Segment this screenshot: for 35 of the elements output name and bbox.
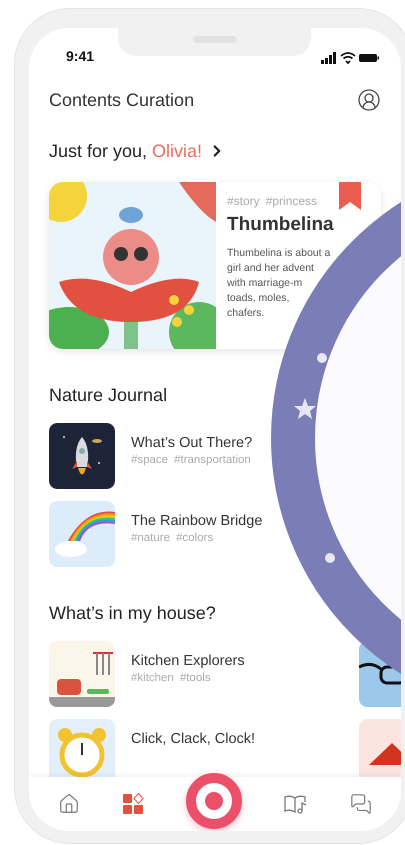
item-tag: #colors — [176, 532, 214, 544]
item-tag: #space — [131, 454, 168, 466]
book-music-icon — [284, 793, 308, 815]
item-tag: #transportation — [174, 454, 251, 466]
item-title[interactable]: Kitchen Explorers — [131, 653, 245, 669]
section-title: Nature Journal — [49, 384, 168, 406]
item-title[interactable]: What’s Out There? — [131, 435, 252, 451]
section-title: What’s in my house? — [49, 602, 217, 625]
page-title: Contents Curation — [49, 90, 194, 110]
item-title[interactable]: Click, Clack, Clock! — [131, 731, 256, 747]
nav-tab[interactable] — [122, 793, 144, 815]
status-icons-drawing — [321, 52, 379, 64]
nav-tab[interactable] — [284, 793, 308, 815]
chat-bubbles-icon — [350, 793, 372, 815]
story-title: Thumbelina — [227, 214, 334, 236]
record-button[interactable] — [186, 773, 242, 829]
story-tag: #story — [227, 194, 260, 208]
home-icon — [58, 793, 80, 815]
nav-tab[interactable] — [350, 793, 372, 815]
kitchen-illustration — [49, 641, 115, 707]
story-tag: #princess — [266, 194, 318, 208]
item-tag: #kitchen — [131, 672, 174, 684]
story-description: Thumbelina is about a girl and her advent with marriage-m toads, moles, chafers. — [227, 246, 332, 321]
profile-icon[interactable] — [357, 88, 381, 112]
item-tag: #nature — [131, 532, 170, 544]
item-title[interactable]: The Rainbow Bridge — [131, 513, 262, 529]
item-tag: #tools — [180, 672, 211, 684]
grid-icon — [122, 793, 144, 815]
rocket-illustration — [49, 423, 115, 489]
nav-tab[interactable] — [58, 793, 80, 815]
status-time: 9:41 — [66, 48, 94, 64]
triangle-illustration — [359, 719, 401, 777]
bookmark-icon[interactable] — [339, 182, 361, 210]
greeting-link[interactable]: Just for you, Olivia! — [49, 134, 226, 168]
rainbow-illustration — [49, 501, 115, 567]
